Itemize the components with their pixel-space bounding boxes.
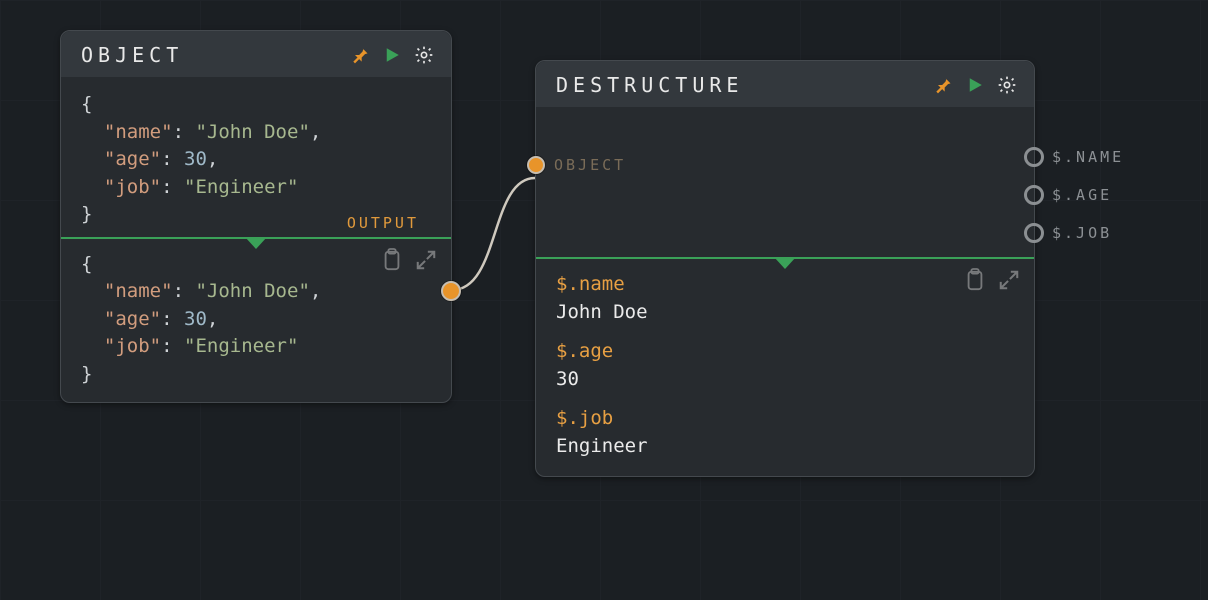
node-destructure-result: $.name John Doe $.age 30 $.job Engineer	[536, 259, 1034, 476]
result-entry: $.name John Doe	[556, 271, 1014, 326]
result-entry: $.job Engineer	[556, 405, 1014, 460]
input-port-handle[interactable]	[527, 156, 545, 174]
node-object-titlebar[interactable]: OBJECT	[61, 31, 451, 77]
node-object[interactable]: OBJECT { "name": "John Doe", "age": 30, …	[60, 30, 452, 403]
pin-icon[interactable]	[932, 74, 954, 96]
code-editor[interactable]: { "name": "John Doe", "age": 30, "job": …	[81, 91, 431, 229]
node-object-result: { "name": "John Doe", "age": 30, "job": …	[61, 239, 451, 403]
node-object-editor[interactable]: { "name": "John Doe", "age": 30, "job": …	[61, 77, 451, 237]
expand-icon[interactable]	[415, 249, 437, 271]
output-port-job[interactable]: $.JOB	[1024, 223, 1112, 243]
output-port-age[interactable]: $.AGE	[1024, 185, 1112, 205]
result-entry: $.age 30	[556, 338, 1014, 393]
run-icon[interactable]	[381, 44, 403, 66]
clipboard-icon[interactable]	[381, 247, 403, 273]
result-code: { "name": "John Doe", "age": 30, "job": …	[81, 251, 431, 389]
node-destructure-titlebar[interactable]: DESTRUCTURE	[536, 61, 1034, 107]
port-ring[interactable]	[1024, 147, 1044, 167]
pin-icon[interactable]	[349, 44, 371, 66]
node-destructure-title: DESTRUCTURE	[556, 73, 743, 97]
port-ring[interactable]	[1024, 185, 1044, 205]
output-port-handle[interactable]	[441, 281, 461, 301]
node-destructure[interactable]: DESTRUCTURE OBJECT $.NAME	[535, 60, 1035, 477]
output-port-label: OUTPUT	[347, 213, 419, 235]
run-icon[interactable]	[964, 74, 986, 96]
gear-icon[interactable]	[996, 74, 1018, 96]
clipboard-icon[interactable]	[964, 267, 986, 293]
expand-icon[interactable]	[998, 269, 1020, 291]
output-port-name[interactable]: $.NAME	[1024, 147, 1124, 167]
input-port-label: OBJECT	[554, 156, 626, 174]
node-object-title: OBJECT	[81, 43, 183, 67]
node-destructure-ports: OBJECT $.NAME $.AGE $.JOB	[536, 107, 1034, 257]
port-ring[interactable]	[1024, 223, 1044, 243]
gear-icon[interactable]	[413, 44, 435, 66]
